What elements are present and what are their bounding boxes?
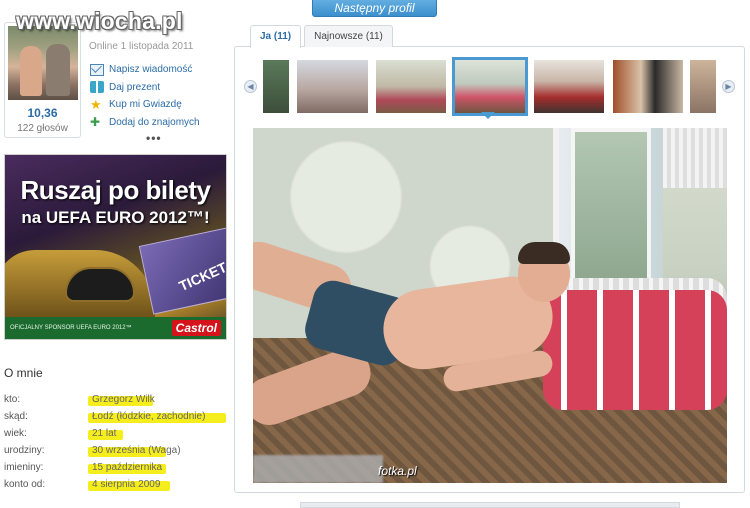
online-status: Online 1 listopada 2011 [89,41,194,52]
about-key: imieniny: [4,462,44,473]
bottom-tabs [300,502,680,508]
selected-pointer-icon [481,112,495,119]
profile-card: 10,36 122 głosów [4,22,81,138]
photo-tabs: Ja (11) Najnowsze (11) [250,25,396,48]
profile-rating: 10,36 [27,106,58,120]
photo-door-glass [571,128,651,288]
about-value: Łodź (łódzkie, zachodnie) [92,411,206,422]
profile-page: www.wiocha.pl 10,36 122 głosów Online 1 … [0,0,750,508]
site-watermark: www.wiocha.pl [16,8,183,34]
profile-actions: Napisz wiadomość Daj prezent ★ Kup mi Gw… [90,61,200,131]
about-row-skad: skąd: Łodź (łódzkie, zachodnie) [4,410,234,427]
photo-hair [518,242,570,264]
main-photo[interactable]: fotka.pl [253,128,727,483]
about-key: skąd: [4,411,28,422]
thumbnail[interactable] [263,60,289,113]
avatar-person-right [46,44,70,96]
about-value: 4 sierpnia 2009 [92,479,161,490]
photo-blurred-caption [253,455,383,483]
ad-ticket-text: TICKET [176,258,227,295]
photo-watermark: fotka.pl [378,464,417,478]
next-arrow-icon[interactable]: ▶ [722,80,735,93]
tab-ja[interactable]: Ja (11) [250,25,302,48]
about-row-urodziny: urodziny: 30 września (Waga) [4,444,234,461]
add-friend-label: Dodaj do znajomych [109,116,200,128]
thumbnail[interactable] [613,60,683,113]
ad-ticket-graphic: TICKET [138,225,227,315]
buy-star-label: Kup mi Gwiazdę [109,99,182,111]
ad-footer-text: OFICJALNY SPONSOR UEFA EURO 2012™ [10,325,132,331]
more-actions-button[interactable]: ••• [146,131,162,145]
thumbnail-strip: ◀ ▶ [244,57,738,116]
about-row-imieniny: imieniny: 15 października [4,461,234,478]
prev-arrow-icon[interactable]: ◀ [244,80,257,93]
tab-najnowsze[interactable]: Najnowsze (11) [304,25,393,47]
give-gift-label: Daj prezent [109,81,161,93]
left-column: 10,36 122 głosów Online 1 listopada 2011… [0,0,232,508]
about-key: kto: [4,394,21,405]
avatar-person-left [20,46,42,96]
buy-star-link[interactable]: ★ Kup mi Gwiazdę [90,96,200,114]
ad-headline: Ruszaj po bilety [20,175,211,205]
about-row-konto: konto od: 4 sierpnia 2009 [4,478,234,495]
star-icon: ★ [90,96,102,112]
about-list: kto: Grzegorz Wilk skąd: Łodź (łódzkie, … [4,393,234,495]
ad-footer: OFICJALNY SPONSOR UEFA EURO 2012™ Castro… [5,317,226,339]
send-message-label: Napisz wiadomość [109,64,193,76]
about-key: wiek: [4,428,27,439]
mail-icon [90,63,104,76]
next-profile-button[interactable]: Następny profil [312,0,437,17]
thumbnail[interactable] [534,60,604,113]
about-value: Grzegorz Wilk [92,394,155,405]
ad-subline: na UEFA EURO 2012™! [21,208,210,227]
about-title: O mnie [4,366,43,380]
profile-votes: 122 głosów [17,123,68,134]
add-friend-link[interactable]: ✚ Dodaj do znajomych [90,114,200,132]
gift-icon [90,81,104,94]
photo-pillow-striped [543,290,727,410]
about-value: 30 września (Waga) [92,445,181,456]
castrol-logo: Castrol [171,320,221,336]
about-key: urodziny: [4,445,45,456]
thumbnail[interactable] [376,60,446,113]
about-row-wiek: wiek: 21 lat [4,427,234,444]
photo-curtain [663,128,727,188]
ad-mirror-graphic [65,267,135,302]
thumbnail[interactable] [297,60,368,113]
about-value: 15 października [92,462,163,473]
avatar[interactable] [8,26,78,100]
ad-banner[interactable]: TICKET Ruszaj po bilety na UEFA EURO 201… [4,154,227,340]
thumbnail[interactable] [690,60,716,113]
give-gift-link[interactable]: Daj prezent [90,79,200,97]
send-message-link[interactable]: Napisz wiadomość [90,61,200,79]
thumbnail-selected[interactable] [452,57,528,116]
add-friend-icon: ✚ [90,115,101,130]
about-value: 21 lat [92,428,117,439]
about-key: konto od: [4,479,46,490]
about-row-kto: kto: Grzegorz Wilk [4,393,234,410]
